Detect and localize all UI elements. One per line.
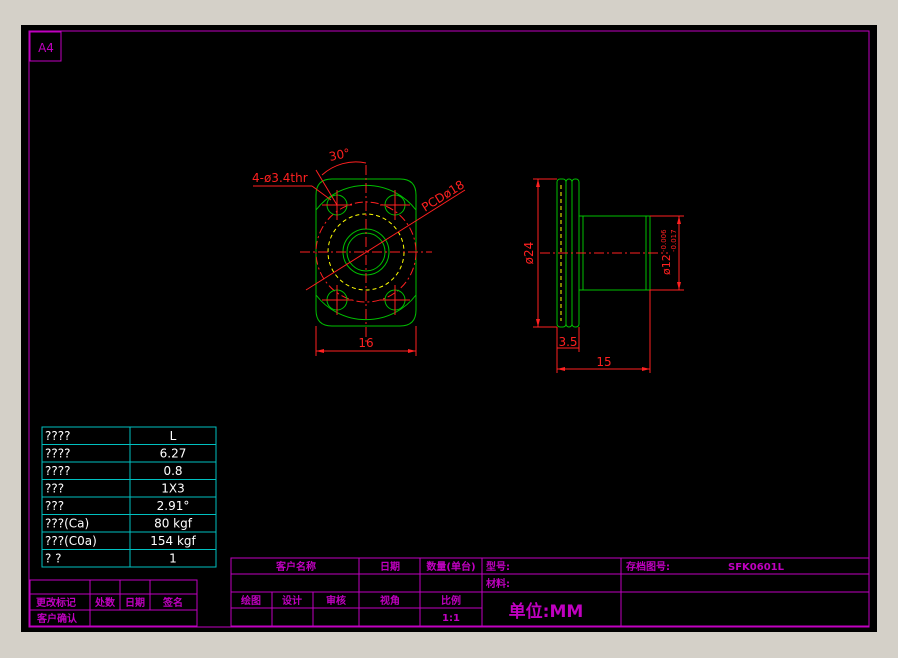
spec-row-label: ??? [45, 499, 64, 513]
rev-customer-confirm: 客户确认 [36, 612, 78, 625]
title-drawing-no-label: 存档图号: [626, 560, 670, 573]
spec-row-label: ???(Ca) [45, 517, 89, 531]
rev-location: 处数 [94, 596, 116, 609]
spec-row-value: 1X3 [161, 482, 185, 496]
spec-row-value: 80 kgf [154, 517, 193, 531]
spec-row-value: 6.27 [160, 447, 187, 461]
title-customer-name: 客户名称 [275, 560, 316, 573]
title-drawing-no: SFK0601L [728, 562, 785, 573]
hole-callout-label: 4-ø3.4thr [252, 171, 308, 185]
title-material-label: 材料: [486, 577, 510, 590]
title-model-label: 型号: [486, 560, 510, 573]
flange-dia-label: ø24 [522, 242, 536, 265]
spec-row-label: ???? [45, 447, 70, 461]
spec-row-value: 154 kgf [150, 534, 196, 548]
title-qty: 数量(单台) [426, 560, 475, 573]
sheet-size-label: A4 [38, 41, 54, 55]
title-unit: 单位:MM [509, 601, 584, 622]
thk-dim-label: 3.5 [558, 335, 577, 349]
spec-row-value: L [170, 429, 177, 443]
title-review: 审核 [326, 594, 346, 607]
spec-row-label: ??? [45, 482, 64, 496]
rev-signature: 签名 [162, 596, 183, 609]
shaft-tol-lower: -0.017 [670, 229, 678, 252]
title-design: 设计 [282, 594, 302, 607]
title-scale-label: 比例 [441, 594, 461, 607]
spec-row-value: 2.91° [157, 499, 190, 513]
title-scale: 1:1 [442, 613, 460, 624]
width-dim-label: 16 [358, 336, 373, 350]
spec-row-label: ???(C0a) [45, 534, 97, 548]
rev-date: 日期 [125, 596, 145, 609]
title-drawn: 绘图 [241, 594, 261, 607]
spec-row-value: 1 [169, 552, 177, 566]
length-dim-label: 15 [596, 355, 611, 369]
cad-drawing-canvas: A4 PCDø18 30° 4-ø3.4thr 16 ø24 ø12 -0.00… [21, 25, 877, 632]
spec-row-label: ???? [45, 429, 70, 443]
title-view-angle: 视角 [380, 594, 400, 607]
shaft-tol-upper: -0.006 [660, 229, 668, 252]
title-date: 日期 [380, 560, 400, 573]
rev-change-mark: 更改标记 [36, 596, 76, 609]
spec-row-value: 0.8 [163, 464, 182, 478]
shaft-dia-label: ø12 [660, 254, 673, 275]
spec-row-label: ???? [45, 464, 70, 478]
spec-row-label: ? ? [45, 552, 62, 566]
